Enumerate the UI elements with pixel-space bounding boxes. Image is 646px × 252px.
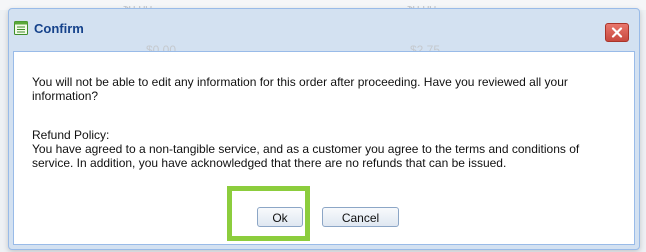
refund-policy: Refund Policy: You have agreed to a non-… [32, 128, 622, 170]
dialog-title: Confirm [34, 21, 84, 36]
close-button[interactable] [605, 23, 629, 42]
close-icon [611, 27, 623, 38]
refund-policy-heading: Refund Policy: [32, 128, 110, 142]
refund-policy-text: You have agreed to a non-tangible servic… [32, 142, 580, 170]
confirm-dialog: Confirm $0.00 $2.75 You will not be able… [8, 8, 640, 250]
document-list-icon [14, 21, 28, 35]
cancel-button[interactable]: Cancel [322, 207, 399, 227]
confirm-message: You will not be able to edit any informa… [32, 75, 568, 103]
ok-button[interactable]: Ok [257, 207, 303, 227]
dialog-titlebar[interactable]: Confirm $0.00 $2.75 [9, 9, 639, 57]
